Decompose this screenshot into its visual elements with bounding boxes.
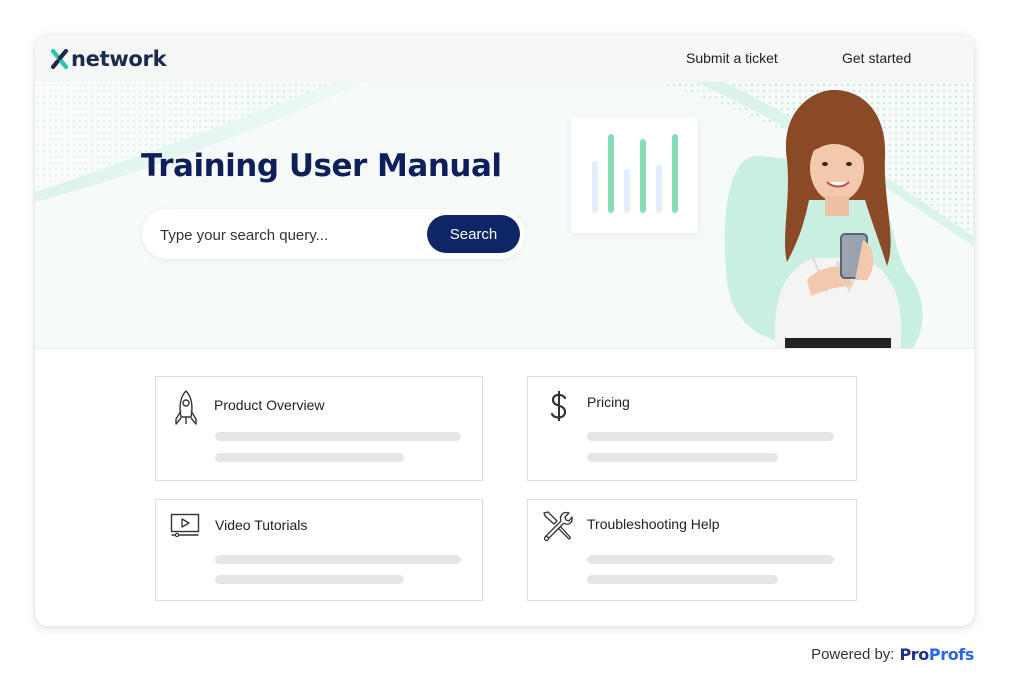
- brand-part-pro: Pro: [899, 645, 929, 664]
- network-logo-mark-icon: [51, 49, 69, 69]
- category-title-video-tutorials: Video Tutorials: [215, 517, 308, 533]
- submit-ticket-link[interactable]: Submit a ticket: [686, 50, 778, 66]
- logo-text: network: [71, 47, 167, 71]
- get-started-link[interactable]: Get started: [842, 50, 911, 66]
- placeholder-line: [215, 575, 404, 584]
- proprofs-logo[interactable]: ProProfs: [899, 645, 974, 664]
- dollar-icon: [550, 391, 567, 421]
- rocket-icon: [175, 390, 197, 425]
- search-input[interactable]: [158, 223, 412, 247]
- category-card-video-tutorials[interactable]: Video Tutorials: [155, 499, 483, 601]
- placeholder-line: [587, 432, 834, 441]
- video-player-icon: [170, 513, 200, 537]
- brand-part-profs: Profs: [928, 645, 975, 664]
- category-card-pricing[interactable]: Pricing: [527, 376, 857, 481]
- placeholder-line: [215, 432, 461, 441]
- brand-logo[interactable]: network: [51, 46, 167, 72]
- category-title-pricing: Pricing: [587, 394, 630, 410]
- placeholder-line: [587, 453, 778, 462]
- help-center-window: network Submit a ticket Get started Trai…: [35, 35, 974, 626]
- category-card-product-overview[interactable]: Product Overview: [155, 376, 483, 481]
- placeholder-line: [215, 453, 404, 462]
- search-button[interactable]: Search: [427, 215, 520, 253]
- category-card-troubleshooting-help[interactable]: Troubleshooting Help: [527, 499, 857, 601]
- hero-banner: Training User Manual Search: [35, 82, 974, 349]
- bar-chart-decoration: [592, 134, 678, 213]
- category-grid: Product Overview Pricing Video Tutorials: [35, 349, 974, 626]
- category-title-product-overview: Product Overview: [214, 397, 325, 413]
- top-navigation-bar: network Submit a ticket Get started: [35, 35, 974, 82]
- powered-by-label: Powered by:: [811, 646, 895, 663]
- chart-illustration-card: [571, 117, 698, 233]
- placeholder-line: [587, 575, 778, 584]
- tools-icon: [543, 511, 573, 542]
- category-title-troubleshooting-help: Troubleshooting Help: [587, 516, 720, 532]
- powered-by-footer: Powered by: ProProfs: [811, 645, 974, 664]
- placeholder-line: [215, 555, 461, 564]
- search-bar: Search: [142, 209, 525, 259]
- placeholder-line: [587, 555, 834, 564]
- woman-with-phone-illustration: [724, 90, 923, 348]
- page-title: Training User Manual: [141, 148, 502, 184]
